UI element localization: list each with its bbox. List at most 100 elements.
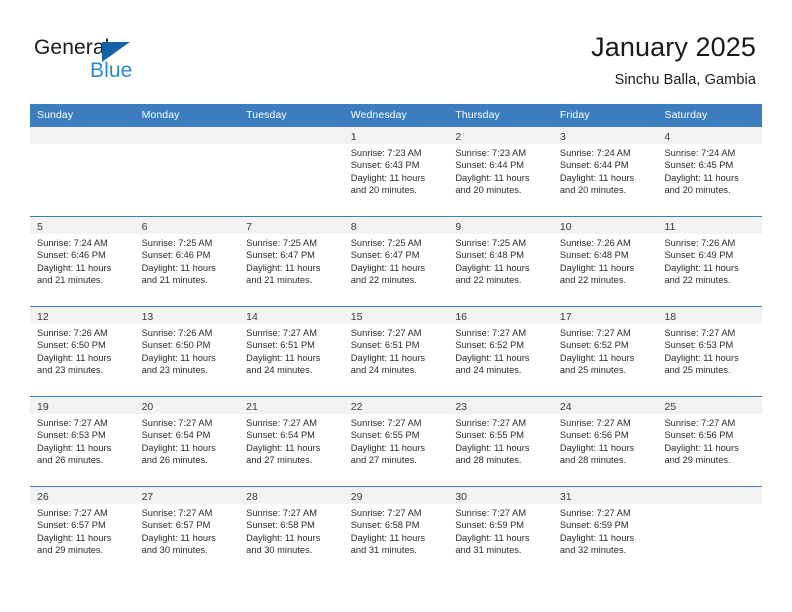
sunset-text: Sunset: 6:56 PM <box>664 430 734 441</box>
sunset-text: Sunset: 6:47 PM <box>350 250 420 261</box>
sunrise-text: Sunrise: 7:27 AM <box>350 328 422 338</box>
day-number-band: 11 <box>657 217 763 234</box>
daylight-text-line2: and 30 minutes. <box>141 545 208 556</box>
day-number-band: 3 <box>552 127 658 144</box>
day-cell[interactable]: 21 Sunrise: 7:27 AM Sunset: 6:54 PM Dayl… <box>239 397 344 486</box>
day-number-band: 17 <box>552 307 658 324</box>
daylight-text-line1: Daylight: 11 hours <box>37 532 112 543</box>
day-cell[interactable]: 3 Sunrise: 7:24 AM Sunset: 6:44 PM Dayli… <box>552 127 658 216</box>
day-number: 18 <box>664 311 677 323</box>
day-number: 15 <box>350 311 363 323</box>
day-cell[interactable]: 19 Sunrise: 7:27 AM Sunset: 6:53 PM Dayl… <box>30 397 135 486</box>
day-cell[interactable]: 14 Sunrise: 7:27 AM Sunset: 6:51 PM Dayl… <box>239 307 344 396</box>
sunrise-text: Sunrise: 7:27 AM <box>141 418 213 428</box>
sunset-text: Sunset: 6:44 PM <box>455 160 525 171</box>
day-number: 20 <box>141 401 154 413</box>
sunrise-text: Sunrise: 7:27 AM <box>141 508 213 518</box>
sunset-text: Sunset: 6:51 PM <box>350 340 420 351</box>
day-number: 19 <box>37 401 49 413</box>
day-cell[interactable]: 24 Sunrise: 7:27 AM Sunset: 6:56 PM Dayl… <box>552 397 658 486</box>
day-cell[interactable]: 12 Sunrise: 7:26 AM Sunset: 6:50 PM Dayl… <box>30 307 135 396</box>
day-cell[interactable]: 20 Sunrise: 7:27 AM Sunset: 6:54 PM Dayl… <box>134 397 240 486</box>
day-number: 2 <box>455 131 462 143</box>
day-details: Sunrise: 7:27 AM Sunset: 6:58 PM Dayligh… <box>239 504 344 557</box>
day-cell[interactable]: 7 Sunrise: 7:25 AM Sunset: 6:47 PM Dayli… <box>239 217 344 306</box>
day-number-band: 22 <box>343 397 449 414</box>
sunrise-text: Sunrise: 7:27 AM <box>664 328 736 338</box>
daylight-text-line1: Daylight: 11 hours <box>246 442 321 453</box>
day-cell[interactable]: 6 Sunrise: 7:25 AM Sunset: 6:46 PM Dayli… <box>134 217 240 306</box>
day-number-band: 13 <box>134 307 240 324</box>
day-number: 30 <box>455 491 467 503</box>
day-cell[interactable]: 5 Sunrise: 7:24 AM Sunset: 6:46 PM Dayli… <box>30 217 135 306</box>
day-cell[interactable]: 4 Sunrise: 7:24 AM Sunset: 6:45 PM Dayli… <box>657 127 763 216</box>
daylight-text-line2: and 21 minutes. <box>37 275 104 286</box>
daylight-text-line2: and 28 minutes. <box>455 455 522 466</box>
day-number-band: 27 <box>134 487 240 504</box>
sunrise-text: Sunrise: 7:27 AM <box>455 328 527 338</box>
day-number: 24 <box>559 401 572 413</box>
logo-text-blue: Blue <box>90 59 133 82</box>
day-cell[interactable] <box>657 487 763 576</box>
sunrise-text: Sunrise: 7:27 AM <box>37 508 108 518</box>
day-cell[interactable]: 17 Sunrise: 7:27 AM Sunset: 6:52 PM Dayl… <box>552 307 658 396</box>
week-row: 12 Sunrise: 7:26 AM Sunset: 6:50 PM Dayl… <box>30 306 763 396</box>
daylight-text-line2: and 23 minutes. <box>37 365 104 376</box>
day-cell[interactable]: 15 Sunrise: 7:27 AM Sunset: 6:51 PM Dayl… <box>343 307 449 396</box>
day-cell[interactable]: 31 Sunrise: 7:27 AM Sunset: 6:59 PM Dayl… <box>552 487 658 576</box>
day-cell[interactable]: 18 Sunrise: 7:27 AM Sunset: 6:53 PM Dayl… <box>657 307 763 396</box>
daylight-text-line1: Daylight: 11 hours <box>559 442 635 453</box>
day-cell[interactable]: 8 Sunrise: 7:25 AM Sunset: 6:47 PM Dayli… <box>343 217 449 306</box>
daylight-text-line1: Daylight: 11 hours <box>37 442 112 453</box>
day-cell[interactable]: 25 Sunrise: 7:27 AM Sunset: 6:56 PM Dayl… <box>657 397 763 486</box>
day-cell[interactable] <box>239 127 344 216</box>
day-number: 12 <box>37 311 49 323</box>
sunset-text: Sunset: 6:45 PM <box>664 160 734 171</box>
day-details: Sunrise: 7:27 AM Sunset: 6:58 PM Dayligh… <box>344 504 449 557</box>
day-details: Sunrise: 7:27 AM Sunset: 6:56 PM Dayligh… <box>553 414 658 467</box>
day-details: Sunrise: 7:24 AM Sunset: 6:45 PM Dayligh… <box>657 144 762 197</box>
sunset-text: Sunset: 6:43 PM <box>350 160 420 171</box>
day-cell[interactable]: 13 Sunrise: 7:26 AM Sunset: 6:50 PM Dayl… <box>134 307 240 396</box>
daylight-text-line2: and 21 minutes. <box>246 275 313 286</box>
day-cell[interactable]: 11 Sunrise: 7:26 AM Sunset: 6:49 PM Dayl… <box>657 217 763 306</box>
day-number-band: 31 <box>552 487 658 504</box>
day-cell[interactable]: 2 Sunrise: 7:23 AM Sunset: 6:44 PM Dayli… <box>448 127 553 216</box>
weekday-header-thursday: Thursday <box>455 109 500 121</box>
sunrise-text: Sunrise: 7:27 AM <box>246 508 317 518</box>
day-details: Sunrise: 7:27 AM Sunset: 6:57 PM Dayligh… <box>135 504 240 557</box>
daylight-text-line2: and 27 minutes. <box>350 455 417 466</box>
day-cell[interactable]: 28 Sunrise: 7:27 AM Sunset: 6:58 PM Dayl… <box>239 487 344 576</box>
sunset-text: Sunset: 6:46 PM <box>37 250 106 261</box>
day-cell[interactable]: 10 Sunrise: 7:26 AM Sunset: 6:48 PM Dayl… <box>552 217 658 306</box>
generalblue-logo[interactable]: General Blue <box>34 36 194 84</box>
day-cell[interactable]: 27 Sunrise: 7:27 AM Sunset: 6:57 PM Dayl… <box>134 487 240 576</box>
day-cell[interactable]: 30 Sunrise: 7:27 AM Sunset: 6:59 PM Dayl… <box>448 487 553 576</box>
day-number: 5 <box>37 221 43 233</box>
day-cell[interactable]: 26 Sunrise: 7:27 AM Sunset: 6:57 PM Dayl… <box>30 487 135 576</box>
week-row: 26 Sunrise: 7:27 AM Sunset: 6:57 PM Dayl… <box>30 486 763 576</box>
day-number-band: 6 <box>134 217 240 234</box>
sunrise-text: Sunrise: 7:24 AM <box>664 148 736 158</box>
day-cell[interactable]: 23 Sunrise: 7:27 AM Sunset: 6:55 PM Dayl… <box>448 397 553 486</box>
day-details: Sunrise: 7:27 AM Sunset: 6:54 PM Dayligh… <box>135 414 240 467</box>
sunset-text: Sunset: 6:56 PM <box>559 430 629 441</box>
day-cell[interactable] <box>134 127 240 216</box>
day-cell[interactable]: 29 Sunrise: 7:27 AM Sunset: 6:58 PM Dayl… <box>343 487 449 576</box>
day-cell[interactable] <box>30 127 135 216</box>
day-number-band <box>134 127 240 144</box>
weekday-header-friday: Friday <box>559 109 590 121</box>
day-number: 14 <box>246 311 258 323</box>
day-number-band: 8 <box>343 217 449 234</box>
sunrise-text: Sunrise: 7:26 AM <box>37 328 108 338</box>
day-number-band: 25 <box>657 397 763 414</box>
sunrise-text: Sunrise: 7:25 AM <box>455 238 527 248</box>
day-cell[interactable]: 1 Sunrise: 7:23 AM Sunset: 6:43 PM Dayli… <box>343 127 449 216</box>
daylight-text-line2: and 25 minutes. <box>559 365 627 376</box>
week-row: 19 Sunrise: 7:27 AM Sunset: 6:53 PM Dayl… <box>30 396 763 486</box>
daylight-text-line2: and 27 minutes. <box>246 455 313 466</box>
day-cell[interactable]: 9 Sunrise: 7:25 AM Sunset: 6:48 PM Dayli… <box>448 217 553 306</box>
day-cell[interactable]: 16 Sunrise: 7:27 AM Sunset: 6:52 PM Dayl… <box>448 307 553 396</box>
daylight-text-line2: and 20 minutes. <box>455 185 522 196</box>
day-cell[interactable]: 22 Sunrise: 7:27 AM Sunset: 6:55 PM Dayl… <box>343 397 449 486</box>
